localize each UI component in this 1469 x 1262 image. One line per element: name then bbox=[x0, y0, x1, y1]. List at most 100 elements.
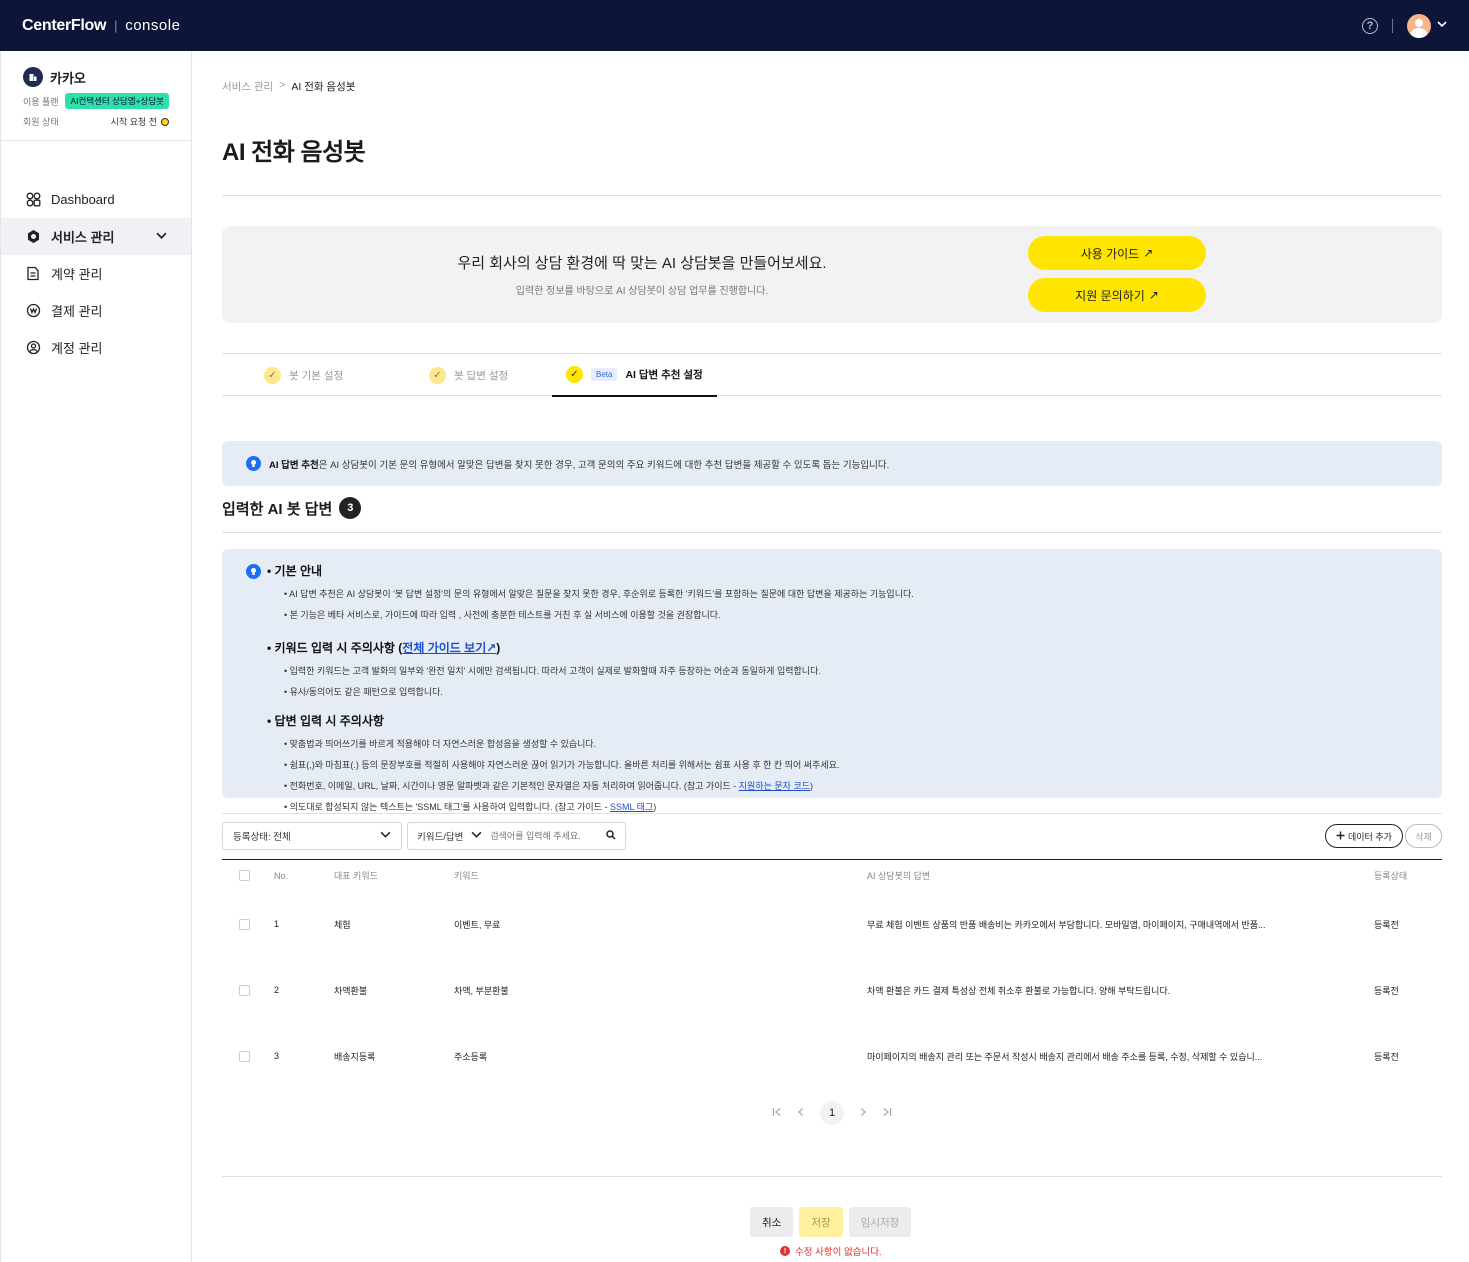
divider bbox=[222, 195, 1442, 196]
guide-heading: • 기본 안내 bbox=[267, 564, 323, 578]
prev-page-icon[interactable] bbox=[796, 1107, 806, 1120]
header-status: 등록상태 bbox=[1374, 871, 1408, 881]
org-name: 카카오 bbox=[50, 70, 86, 86]
next-page-icon[interactable] bbox=[858, 1107, 868, 1120]
status-select[interactable]: 등록상태: 전체 bbox=[222, 822, 402, 850]
first-page-icon[interactable] bbox=[772, 1107, 782, 1120]
user-avatar-icon[interactable] bbox=[1407, 13, 1431, 38]
guide-heading-end: ) bbox=[496, 641, 501, 655]
guide-heading: • 답변 입력 시 주의사항 bbox=[267, 714, 384, 728]
chevron-down-icon[interactable] bbox=[1437, 19, 1447, 32]
grid-icon bbox=[25, 192, 41, 208]
table-row[interactable]: 2 차액환불 차액, 부분환불 차액 환불은 카드 결제 특성상 전체 취소후 … bbox=[222, 957, 1442, 1023]
row-no: 3 bbox=[274, 1051, 280, 1061]
question-circle-icon[interactable]: ? bbox=[1362, 17, 1378, 34]
table-row[interactable]: 3 배송지등록 주소등록 마이페이지의 배송지 관리 또는 주문서 작성시 배송… bbox=[222, 1023, 1442, 1089]
sidebar-item-dashboard[interactable]: Dashboard bbox=[1, 181, 191, 218]
sidebar-item-service[interactable]: 서비스 관리 bbox=[1, 218, 191, 255]
save-button[interactable]: 저장 bbox=[799, 1207, 843, 1237]
chevron-down-icon bbox=[380, 829, 391, 843]
row-checkbox[interactable] bbox=[239, 984, 250, 996]
breadcrumb-parent[interactable]: 서비스 관리 bbox=[222, 79, 273, 94]
tab-ai-recommend[interactable]: ✓ Beta AI 답변 추천 설정 bbox=[552, 354, 717, 397]
page-number[interactable]: 1 bbox=[820, 1101, 844, 1125]
brand-product: console bbox=[125, 17, 181, 34]
check-icon: ✓ bbox=[429, 366, 446, 384]
row-checkbox[interactable] bbox=[239, 918, 250, 930]
guide-item: 맞춤법과 띄어쓰기를 바르게 적용해야 더 자연스러운 합성음을 생성할 수 있… bbox=[284, 737, 1442, 750]
row-answer: 차액 환불은 카드 결제 특성상 전체 취소후 환불로 가능합니다. 양해 부탁… bbox=[867, 985, 1171, 996]
last-page-icon[interactable] bbox=[882, 1107, 892, 1120]
pagination: 1 bbox=[222, 1101, 1442, 1125]
search-icon[interactable] bbox=[606, 829, 616, 843]
divider bbox=[222, 532, 1442, 533]
row-no: 2 bbox=[274, 985, 280, 995]
hero-banner: 우리 회사의 상담 환경에 딱 맞는 AI 상담봇을 만들어보세요. 입력한 정… bbox=[222, 226, 1442, 323]
sidebar-item-contract[interactable]: 계약 관리 bbox=[1, 255, 191, 292]
chevron-down-icon[interactable] bbox=[471, 829, 482, 843]
tab-bot-basic[interactable]: ✓ 봇 기본 설정 bbox=[264, 354, 343, 396]
ssml-tag-link[interactable]: SSML 태그 bbox=[610, 802, 653, 812]
check-icon: ✓ bbox=[264, 366, 281, 384]
guide-item: 입력한 키워드는 고객 발화의 일부와 '완전 일치' 시에만 검색됩니다. 따… bbox=[284, 664, 1442, 677]
full-guide-link[interactable]: 전체 가이드 보기↗ bbox=[402, 641, 496, 655]
table-header: No. 대표 키워드 키워드 AI 상담봇의 답변 등록상태 bbox=[222, 860, 1442, 891]
lightbulb-icon bbox=[246, 564, 261, 579]
sidebar-item-account[interactable]: 계정 관리 bbox=[1, 329, 191, 366]
brand-logo[interactable]: CenterFlow | console bbox=[22, 17, 180, 35]
delete-button[interactable]: 삭제 bbox=[1405, 824, 1442, 848]
add-data-button[interactable]: 데이터 추가 bbox=[1325, 824, 1403, 848]
guide-item: 유사/동의어도 같은 패턴으로 입력합니다. bbox=[284, 685, 1442, 698]
sidebar-item-payment[interactable]: 결제 관리 bbox=[1, 292, 191, 329]
row-status: 등록전 bbox=[1374, 919, 1399, 930]
user-circle-icon bbox=[25, 340, 41, 356]
status-value: 시작 요청 전 bbox=[110, 117, 157, 127]
search-type-select[interactable]: 키워드/답변 bbox=[417, 829, 463, 843]
status-dot-icon bbox=[161, 117, 169, 126]
tab-bar: ✓ 봇 기본 설정 ✓ 봇 답변 설정 ✓ Beta AI 답변 추천 설정 bbox=[222, 353, 1442, 397]
beta-badge: Beta bbox=[591, 368, 618, 381]
info-banner-text: 은 AI 상담봇이 기본 문의 유형에서 알맞은 답변을 찾지 못한 경우, 고… bbox=[318, 459, 890, 471]
row-checkbox[interactable] bbox=[239, 1050, 250, 1062]
brand-separator: | bbox=[114, 18, 118, 33]
tab-bot-answer[interactable]: ✓ 봇 답변 설정 bbox=[429, 354, 508, 396]
guide-panel: • 기본 안내 AI 답변 추천은 AI 상담봇이 '봇 답변 설정'의 문의 … bbox=[222, 549, 1442, 812]
footer-message: ! 수정 사항이 없습니다. bbox=[780, 1244, 882, 1258]
temp-save-button[interactable]: 임시저장 bbox=[848, 1207, 912, 1237]
tab-label: 봇 답변 설정 bbox=[454, 369, 509, 382]
breadcrumb-separator: > bbox=[279, 79, 286, 91]
row-main-keyword: 배송지등록 bbox=[334, 1051, 376, 1062]
table-row[interactable]: 1 체험 이벤트, 무료 무료 체험 이벤트 상품의 반품 배송비는 카카오에서… bbox=[222, 891, 1442, 957]
sidebar-item-label: Dashboard bbox=[51, 192, 115, 207]
breadcrumb: 서비스 관리 > AI 전화 음성봇 bbox=[222, 79, 1442, 94]
support-button[interactable]: 지원 문의하기 ↗ bbox=[1028, 278, 1206, 312]
section-header: 입력한 AI 봇 답변 3 bbox=[222, 496, 1442, 520]
footer-message-text: 수정 사항이 없습니다. bbox=[795, 1247, 882, 1258]
guide-basic: • 기본 안내 AI 답변 추천은 AI 상담봇이 '봇 답변 설정'의 문의 … bbox=[267, 562, 1442, 621]
tab-label: 봇 기본 설정 bbox=[289, 369, 344, 382]
hexagon-icon bbox=[25, 229, 41, 245]
search-box: 키워드/답변 bbox=[407, 822, 626, 850]
guide-keyword: • 키워드 입력 시 주의사항 (전체 가이드 보기↗) 입력한 키워드는 고객… bbox=[267, 639, 1442, 698]
top-bar: CenterFlow | console ? bbox=[0, 0, 1469, 51]
select-all-checkbox[interactable] bbox=[239, 870, 250, 881]
char-code-link[interactable]: 지원하는 문자 코드 bbox=[739, 781, 810, 791]
search-input[interactable] bbox=[490, 831, 591, 841]
row-answer: 마이페이지의 배송지 관리 또는 주문서 작성시 배송지 관리에서 배송 주소를… bbox=[867, 1051, 1263, 1062]
main-content: 서비스 관리 > AI 전화 음성봇 AI 전화 음성봇 우리 회사의 상담 환… bbox=[222, 51, 1442, 1125]
sidebar-item-label: 서비스 관리 bbox=[51, 230, 115, 245]
hero-subtitle: 입력한 정보를 바탕으로 AI 상담봇이 상담 업무를 진행합니다. bbox=[515, 286, 769, 297]
sidebar: 카카오 이용 플랜 AI컨택센터 상담앱+상담봇 회원 상태 시작 요청 전 D… bbox=[0, 51, 192, 1262]
guide-answer: • 답변 입력 시 주의사항 맞춤법과 띄어쓰기를 바르게 적용해야 더 자연스… bbox=[267, 712, 1442, 813]
status-select-value: 등록상태: 전체 bbox=[233, 832, 291, 843]
row-main-keyword: 체험 bbox=[334, 919, 351, 930]
chevron-down-icon[interactable] bbox=[156, 230, 167, 244]
header-answer: AI 상담봇의 답변 bbox=[867, 871, 931, 881]
brand-name: CenterFlow bbox=[22, 16, 107, 34]
error-icon: ! bbox=[780, 1246, 790, 1256]
plus-icon bbox=[1336, 831, 1345, 842]
cancel-button[interactable]: 취소 bbox=[750, 1207, 794, 1237]
guide-button[interactable]: 사용 가이드 ↗ bbox=[1028, 236, 1206, 270]
row-answer: 무료 체험 이벤트 상품의 반품 배송비는 카카오에서 부담합니다. 모바일앱,… bbox=[867, 919, 1266, 930]
divider bbox=[222, 813, 1442, 814]
